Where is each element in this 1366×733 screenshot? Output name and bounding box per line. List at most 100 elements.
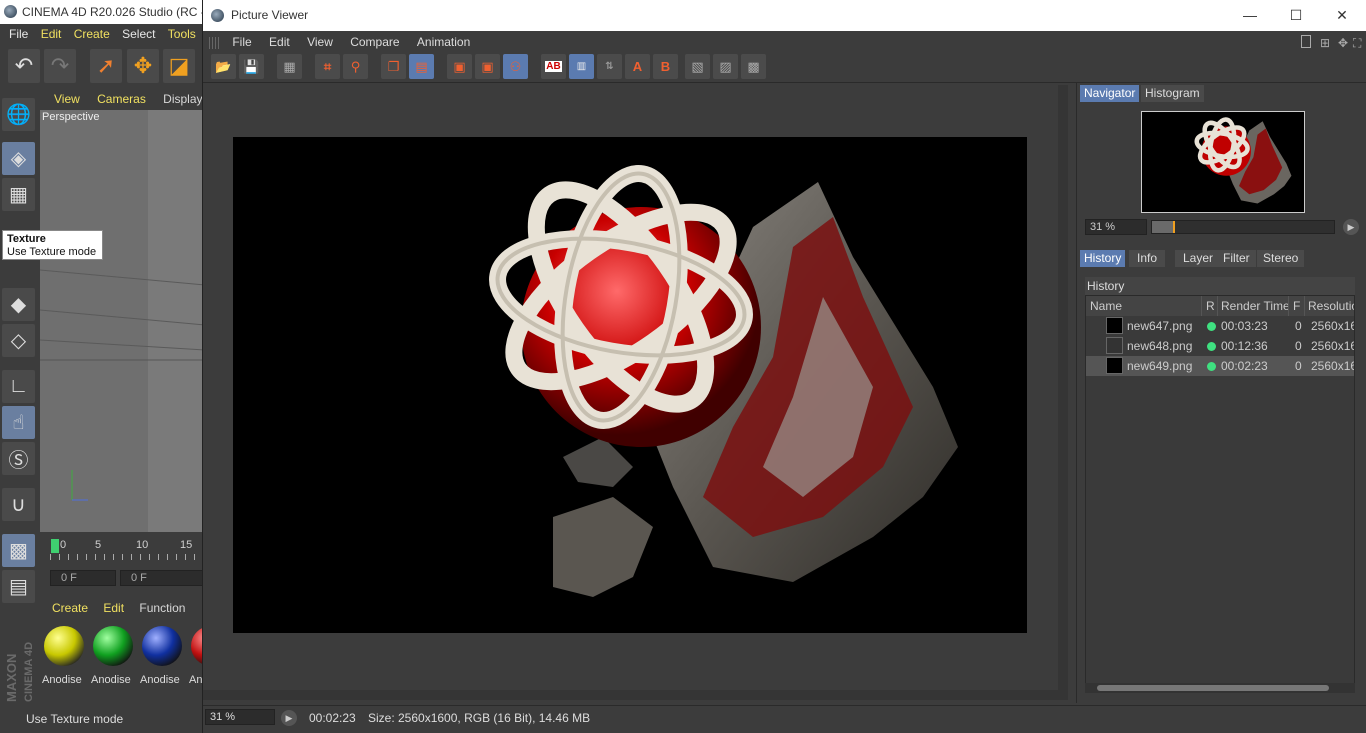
globe-icon[interactable]: 🌐 (2, 98, 35, 131)
start-frame-field[interactable]: 0 F (120, 570, 205, 586)
workplane-lock-button[interactable]: ▩ (2, 534, 35, 567)
render-to-viewer-button[interactable]: ⚲ (343, 54, 368, 79)
redo-button[interactable]: ↷ (44, 49, 76, 83)
compare-button[interactable]: ⚇ (503, 54, 528, 79)
set-b-button[interactable]: B (653, 54, 678, 79)
grid-button[interactable]: ▩ (741, 54, 766, 79)
navigator-zoom-slider[interactable] (1151, 220, 1335, 234)
model-mode-button[interactable]: ◈ (2, 142, 35, 175)
perspective-viewport[interactable]: Perspective (40, 110, 205, 532)
tweak-mode-button[interactable]: ☝ (2, 406, 35, 439)
region-render-button[interactable]: ⌗ (315, 54, 340, 79)
col-resolution[interactable]: Resolution (1306, 296, 1354, 316)
tab-navigator[interactable]: Navigator (1080, 85, 1140, 102)
move-tool-button[interactable]: ✥ (127, 49, 159, 83)
tab-stereo[interactable]: Stereo (1257, 250, 1305, 267)
copy-button[interactable]: ❐ (381, 54, 406, 79)
viewport-menu-view[interactable]: View (54, 92, 80, 106)
menu-file[interactable]: File (9, 27, 28, 41)
canvas-vertical-scrollbar[interactable] (1058, 85, 1068, 690)
maxon-logo: MAXON CINEMA 4D (2, 620, 38, 704)
timeline-playhead[interactable] (51, 539, 59, 553)
tab-history[interactable]: History (1080, 250, 1126, 267)
timeline-ruler[interactable]: 0 5 10 15 (40, 536, 205, 566)
texture-mode-tooltip: Texture Use Texture mode (2, 230, 103, 260)
points-mode-button[interactable]: ◆ (2, 288, 35, 321)
material-item[interactable]: Anodise (140, 626, 185, 686)
viewport-menu-display[interactable]: Display (163, 92, 202, 106)
tab-histogram[interactable]: Histogram (1141, 85, 1204, 102)
set-a-button[interactable]: A (625, 54, 650, 79)
col-frame[interactable]: F (1290, 296, 1305, 316)
col-r[interactable]: R (1204, 296, 1218, 316)
pv-menu-animation[interactable]: Animation (417, 35, 470, 49)
diff-button[interactable]: ▧ (685, 54, 710, 79)
snapshot-b-button[interactable]: ▣ (475, 54, 500, 79)
material-menu-edit[interactable]: Edit (103, 601, 124, 615)
status-dot (1207, 356, 1219, 376)
material-item[interactable]: Anodise (91, 626, 136, 686)
navigator-zoom-field[interactable]: 31 % (1085, 219, 1147, 235)
viewport-menu-cameras[interactable]: Cameras (97, 92, 146, 106)
menu-edit[interactable]: Edit (41, 27, 62, 41)
snap-button[interactable]: Ⓢ (2, 442, 35, 475)
layout-icon[interactable] (1301, 35, 1311, 48)
material-menu-function[interactable]: Function (139, 601, 185, 615)
history-horizontal-scrollbar[interactable] (1085, 683, 1355, 693)
pv-menu-view[interactable]: View (307, 35, 333, 49)
play-arrow-icon[interactable]: ▶ (281, 710, 297, 726)
history-row-selected[interactable]: new649.png 00:02:23 0 2560x1600 (1086, 356, 1354, 376)
status-zoom-field[interactable]: 31 % (205, 709, 275, 725)
play-arrow-icon[interactable]: ▶ (1343, 219, 1359, 235)
ab-swap-button[interactable]: ⇅ (597, 54, 622, 79)
save-as-button[interactable]: 💾 (239, 54, 264, 79)
paste-button[interactable]: ▤ (409, 54, 434, 79)
maximize-button[interactable]: ☐ (1273, 0, 1319, 31)
col-render-time[interactable]: Render Time (1219, 296, 1289, 316)
current-frame-field[interactable]: 0 F (50, 570, 116, 586)
pv-menu-file[interactable]: File (232, 35, 251, 49)
snapshot-a-button[interactable]: ▣ (447, 54, 472, 79)
navigator-thumbnail[interactable] (1141, 111, 1305, 213)
select-tool-button[interactable]: ➚ (90, 49, 122, 83)
history-render-time: 00:02:23 (1221, 359, 1268, 373)
layout-button[interactable]: ▨ (713, 54, 738, 79)
axis-mode-button[interactable]: ∟ (2, 370, 35, 403)
magnet-icon[interactable]: ∪ (2, 488, 35, 521)
checker-icon[interactable]: ▦ (277, 54, 302, 79)
viewport-menubar: View Cameras Display (40, 90, 205, 108)
ab-split-button[interactable]: ▥ (569, 54, 594, 79)
add-panel-icon[interactable]: ⊞ (1320, 32, 1330, 54)
menu-create[interactable]: Create (74, 27, 110, 41)
picture-viewer-title: Picture Viewer (231, 8, 309, 22)
move-panel-icon[interactable]: ✥ (1338, 32, 1348, 54)
scrollbar-thumb[interactable] (1097, 685, 1329, 691)
ab-compare-button[interactable]: AB (541, 54, 566, 79)
menu-tools[interactable]: Tools (168, 27, 196, 41)
tab-layer[interactable]: Layer (1175, 250, 1222, 267)
col-name[interactable]: Name (1090, 296, 1202, 316)
pv-menu-compare[interactable]: Compare (350, 35, 399, 49)
material-menu-create[interactable]: Create (52, 601, 88, 615)
canvas-horizontal-scrollbar[interactable] (203, 690, 1068, 700)
minimize-button[interactable]: — (1227, 0, 1273, 31)
history-row[interactable]: new647.png 00:03:23 0 2560x1600 (1086, 316, 1354, 336)
polygons-mode-button[interactable]: ◇ (2, 324, 35, 357)
tab-info[interactable]: Info (1129, 250, 1166, 267)
material-label: Anodise (91, 674, 131, 686)
undo-button[interactable]: ↶ (8, 49, 40, 83)
history-resolution: 2560x1600 (1311, 339, 1354, 353)
picture-viewer-canvas[interactable] (203, 85, 1068, 690)
menu-select[interactable]: Select (122, 27, 155, 41)
expand-panel-icon[interactable]: ⛶ (1353, 32, 1361, 54)
workplane-button[interactable]: ▤ (2, 570, 35, 603)
open-file-button[interactable]: 📂 (211, 54, 236, 79)
history-row[interactable]: new648.png 00:12:36 0 2560x1600 (1086, 336, 1354, 356)
scale-tool-button[interactable]: ◪ (163, 49, 195, 83)
tab-filter[interactable]: Filter (1217, 250, 1256, 267)
cinema4d-app-icon (4, 5, 17, 18)
pv-menu-edit[interactable]: Edit (269, 35, 290, 49)
texture-mode-button[interactable]: ▦ (2, 178, 35, 211)
material-item[interactable]: Anodise (42, 626, 87, 686)
close-button[interactable]: ✕ (1319, 0, 1365, 31)
